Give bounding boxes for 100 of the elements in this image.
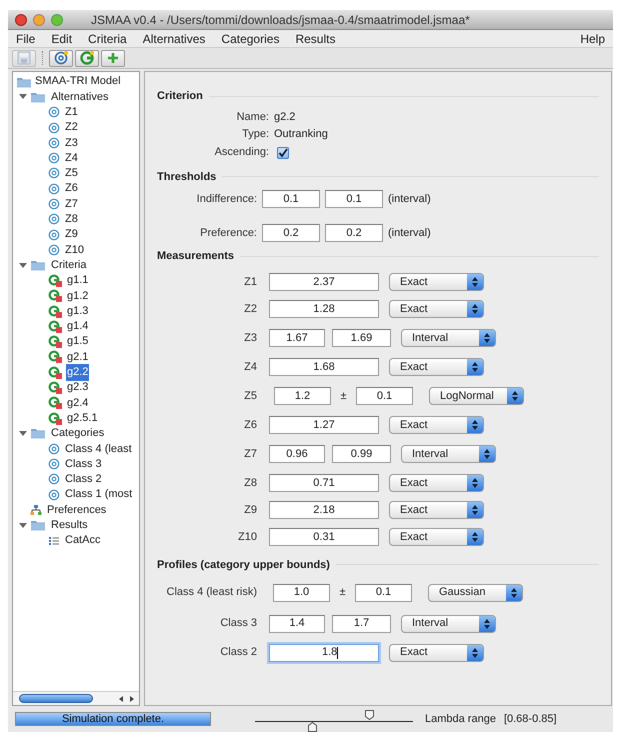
tree-item[interactable]: g1.3 — [66, 302, 90, 320]
distribution-dropdown[interactable]: Interval — [401, 614, 496, 632]
tree-item[interactable]: Z10 — [64, 242, 85, 258]
tree-item[interactable]: Z2 — [64, 119, 79, 136]
criterion-icon — [48, 274, 62, 287]
row-label: Z10 — [237, 530, 257, 545]
folder-icon — [30, 427, 46, 440]
expand-arrow-icon[interactable] — [19, 522, 27, 529]
tree-item[interactable]: Preferences — [46, 502, 108, 518]
input-field[interactable]: 0.31 — [269, 528, 379, 546]
tree-item[interactable]: Class 3 — [64, 456, 103, 472]
input-field[interactable]: 0.1 — [325, 190, 383, 208]
input-field[interactable]: 1.2 — [274, 387, 331, 405]
distribution-dropdown[interactable]: Exact — [389, 300, 484, 318]
toolbar-button[interactable] — [75, 50, 99, 66]
input-field[interactable]: 0.71 — [269, 474, 379, 492]
tree-item[interactable]: g2.3 — [66, 379, 90, 396]
tree-item[interactable]: g2.2 — [66, 364, 90, 381]
expand-arrow-icon[interactable] — [19, 262, 27, 269]
input-field[interactable]: 1.67 — [269, 329, 325, 347]
menu-item[interactable]: Edit — [43, 30, 80, 48]
menu-item[interactable]: Results — [287, 30, 344, 48]
tree-item[interactable]: g1.5 — [66, 333, 90, 350]
tree-item[interactable]: Class 2 — [64, 471, 103, 488]
input-field[interactable]: 1.68 — [269, 358, 379, 376]
tree-item[interactable]: g2.1 — [66, 348, 90, 366]
input-field[interactable]: 0.2 — [262, 224, 320, 242]
input-field[interactable]: 1.28 — [269, 300, 379, 318]
toolbar-button[interactable] — [101, 50, 125, 66]
distribution-dropdown[interactable]: Interval — [401, 445, 496, 463]
slider-thumb-icon[interactable] — [364, 710, 374, 720]
input-field[interactable]: 1.8 — [269, 644, 379, 662]
criterion-icon — [48, 381, 62, 394]
criterion-icon — [79, 50, 95, 66]
expand-arrow-icon[interactable] — [19, 430, 27, 437]
tree-item[interactable]: Z8 — [64, 211, 79, 228]
distribution-dropdown[interactable]: Gaussian — [428, 584, 523, 602]
toolbar-button[interactable] — [49, 50, 73, 66]
tree-item[interactable]: Results — [50, 517, 89, 534]
tree-item[interactable]: g1.4 — [66, 318, 90, 335]
distribution-dropdown[interactable]: Exact — [389, 501, 484, 519]
criterion-icon — [48, 366, 62, 379]
tree-item[interactable]: g2.4 — [66, 394, 90, 412]
input-field[interactable]: 0.1 — [355, 584, 412, 602]
tree-item[interactable]: Z1 — [64, 104, 79, 120]
expand-arrow-icon[interactable] — [19, 93, 27, 100]
tree-item[interactable]: CatAcc — [64, 532, 102, 549]
menu-item[interactable]: Categories — [213, 30, 288, 48]
input-field[interactable]: 0.99 — [332, 445, 391, 463]
tree-item[interactable]: g1.1 — [66, 272, 90, 289]
range-slider[interactable] — [255, 709, 413, 729]
input-field[interactable]: 1.69 — [332, 329, 391, 347]
input-field[interactable]: 0.1 — [356, 387, 413, 405]
menu-item[interactable]: Alternatives — [134, 30, 214, 48]
menu-item[interactable]: File — [8, 30, 44, 48]
scrollbar-thumb[interactable] — [19, 694, 93, 703]
tree-item[interactable]: Class 1 (most — [64, 486, 134, 503]
distribution-dropdown[interactable]: Exact — [389, 644, 484, 662]
stepper-icon — [511, 588, 517, 598]
tree-item[interactable]: Z6 — [64, 180, 79, 197]
tree-item[interactable]: Z4 — [64, 150, 79, 166]
tree-item[interactable]: g2.5.1 — [66, 410, 99, 426]
tree-item[interactable]: Class 4 (least — [64, 440, 133, 458]
input-field[interactable]: 1.27 — [269, 416, 379, 434]
field-label: Type: — [241, 126, 269, 142]
tree-item[interactable]: Z7 — [64, 196, 79, 212]
input-field[interactable]: 2.18 — [269, 501, 379, 519]
tree-item[interactable]: Z9 — [64, 226, 79, 243]
slider-thumb-icon[interactable] — [308, 722, 317, 732]
distribution-dropdown[interactable]: Exact — [389, 416, 484, 434]
row-label: Class 3 — [219, 616, 257, 632]
tree-item[interactable]: Z3 — [64, 134, 79, 152]
input-field[interactable]: 1.7 — [332, 614, 391, 632]
tree-item[interactable]: Categories — [50, 425, 106, 442]
input-field[interactable]: 0.96 — [269, 445, 325, 463]
distribution-dropdown[interactable]: Interval — [401, 329, 496, 347]
scroll-left-icon[interactable] — [117, 694, 125, 702]
ascending-checkbox[interactable] — [277, 146, 289, 158]
menu-item[interactable]: Help — [572, 30, 613, 48]
input-field[interactable]: 0.2 — [325, 224, 383, 242]
distribution-dropdown[interactable]: LogNormal — [429, 387, 524, 405]
distribution-dropdown[interactable]: Exact — [389, 273, 484, 291]
tree-item[interactable]: g1.2 — [66, 288, 90, 304]
close-button[interactable] — [15, 14, 27, 26]
distribution-dropdown[interactable]: Exact — [389, 358, 484, 376]
section-heading: Measurements — [157, 249, 234, 264]
distribution-dropdown[interactable]: Exact — [389, 528, 484, 546]
input-field[interactable]: 0.1 — [262, 190, 320, 208]
tree-item[interactable]: SMAA-TRI Model — [35, 73, 121, 90]
menu-item[interactable]: Criteria — [80, 30, 135, 48]
input-field[interactable]: 2.37 — [269, 273, 379, 291]
plus-minus-sign: ± — [338, 585, 347, 600]
input-field[interactable]: 1.0 — [273, 584, 330, 602]
tree-item[interactable]: Z5 — [64, 165, 79, 182]
criterion-icon — [48, 412, 62, 425]
tree-item[interactable]: Criteria — [50, 256, 88, 274]
input-field[interactable]: 1.4 — [269, 614, 325, 632]
scroll-right-icon[interactable] — [128, 694, 136, 702]
tree-item[interactable]: Alternatives — [50, 88, 110, 106]
distribution-dropdown[interactable]: Exact — [389, 474, 484, 492]
